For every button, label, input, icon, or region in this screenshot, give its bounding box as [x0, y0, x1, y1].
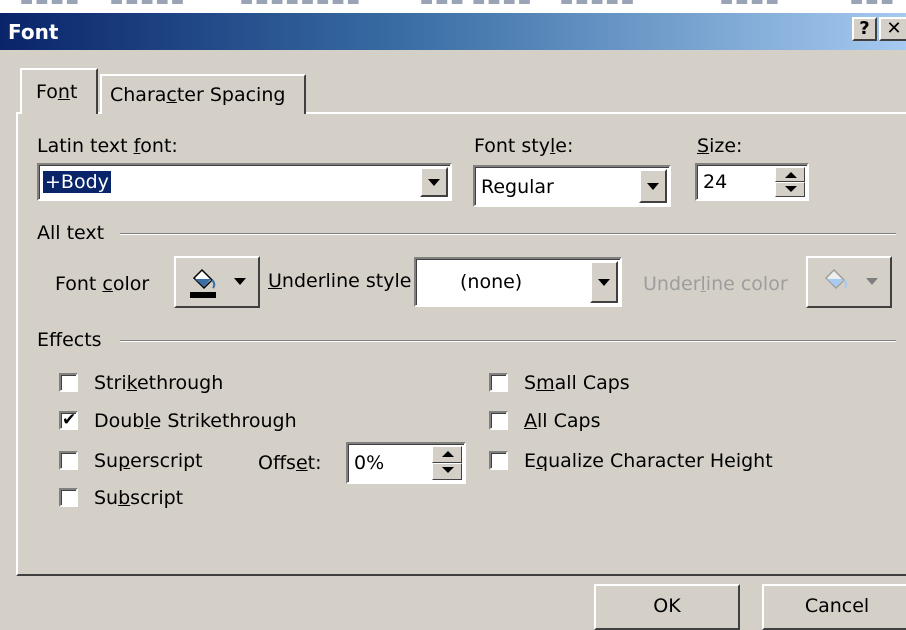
- underline-style-value: (none): [460, 271, 523, 293]
- tab-character-spacing[interactable]: Character Spacing: [100, 74, 306, 114]
- underline-style-label: Underline style: [268, 270, 412, 292]
- size-spinbox[interactable]: 24: [695, 163, 809, 201]
- size-label: Size:: [697, 135, 743, 157]
- spin-down-icon[interactable]: [432, 463, 462, 480]
- close-icon: ✕: [886, 18, 902, 39]
- latin-font-combobox[interactable]: +Body: [37, 163, 452, 201]
- all-caps-checkbox[interactable]: [489, 411, 508, 430]
- ok-button-label: OK: [653, 595, 681, 617]
- subscript-checkbox[interactable]: [59, 488, 78, 507]
- latin-font-label: Latin text font:: [37, 135, 178, 157]
- tab-character-spacing-label: Character Spacing: [110, 84, 286, 106]
- underline-color-label: Underline color: [643, 273, 788, 295]
- chevron-down-icon: [647, 183, 659, 190]
- double-strikethrough-label: Double Strikethrough: [94, 410, 297, 432]
- tab-font-label: Font: [36, 81, 78, 103]
- help-icon: ?: [859, 18, 870, 39]
- size-spinner[interactable]: [775, 167, 805, 197]
- underline-style-combobox[interactable]: (none): [414, 257, 622, 307]
- chevron-down-icon: [598, 279, 610, 286]
- latin-font-value: +Body: [43, 171, 111, 193]
- strikethrough-label: Strikethrough: [94, 372, 224, 394]
- cancel-button-label: Cancel: [804, 595, 870, 617]
- superscript-checkbox[interactable]: [59, 451, 78, 470]
- tab-font[interactable]: Font: [20, 68, 98, 114]
- dialog-title: Font: [8, 20, 59, 44]
- equalize-character-height-checkbox[interactable]: [489, 451, 508, 470]
- font-color-button[interactable]: [174, 256, 260, 308]
- title-bar: Font: [0, 13, 906, 50]
- font-style-combobox[interactable]: Regular: [473, 165, 671, 207]
- ok-button[interactable]: OK: [594, 584, 740, 630]
- all-text-divider: [120, 233, 896, 235]
- font-style-label: Font style:: [474, 135, 574, 157]
- all-caps-label: All Caps: [524, 410, 601, 432]
- strikethrough-checkbox[interactable]: [59, 373, 78, 392]
- equalize-character-height-label: Equalize Character Height: [524, 450, 773, 472]
- offset-spinner[interactable]: [432, 446, 462, 480]
- offset-spinbox[interactable]: 0%: [346, 442, 466, 484]
- font-style-value: Regular: [481, 176, 554, 198]
- all-text-header: All text: [37, 222, 105, 244]
- close-button[interactable]: ✕: [879, 17, 906, 41]
- subscript-label: Subscript: [94, 487, 184, 509]
- chevron-down-icon: [866, 278, 878, 285]
- superscript-label: Superscript: [94, 450, 203, 472]
- effects-header: Effects: [37, 329, 102, 351]
- small-caps-checkbox[interactable]: [489, 373, 508, 392]
- chevron-down-icon: [428, 179, 440, 186]
- background-window-strip: ▬▬▬▬ ▬▬▬▬▬ ▬▬▬▬▬▬▬▬ ▬▬▬ ▬▬▬▬ ▬▬▬▬▬ ▬▬▬▬ …: [0, 0, 906, 13]
- checkmark-icon: ✔: [62, 410, 77, 430]
- spin-down-icon[interactable]: [775, 182, 805, 197]
- spin-up-icon[interactable]: [775, 167, 805, 182]
- offset-label: Offset:: [258, 452, 322, 474]
- underline-style-dropdown-button[interactable]: [590, 261, 618, 303]
- spin-up-icon[interactable]: [432, 446, 462, 463]
- latin-font-dropdown-button[interactable]: [420, 167, 448, 197]
- effects-divider: [120, 340, 896, 342]
- small-caps-label: Small Caps: [524, 372, 630, 394]
- double-strikethrough-checkbox[interactable]: ✔: [59, 411, 78, 430]
- cancel-button[interactable]: Cancel: [762, 584, 906, 630]
- size-value: 24: [703, 171, 728, 193]
- help-button[interactable]: ?: [852, 17, 877, 41]
- font-color-label: Font color: [55, 273, 150, 295]
- offset-value: 0%: [354, 452, 385, 474]
- underline-color-button: [806, 256, 892, 308]
- chevron-down-icon: [234, 278, 246, 285]
- paint-bucket-icon: [190, 268, 216, 298]
- font-style-dropdown-button[interactable]: [639, 169, 667, 203]
- paint-bucket-icon: [824, 268, 848, 290]
